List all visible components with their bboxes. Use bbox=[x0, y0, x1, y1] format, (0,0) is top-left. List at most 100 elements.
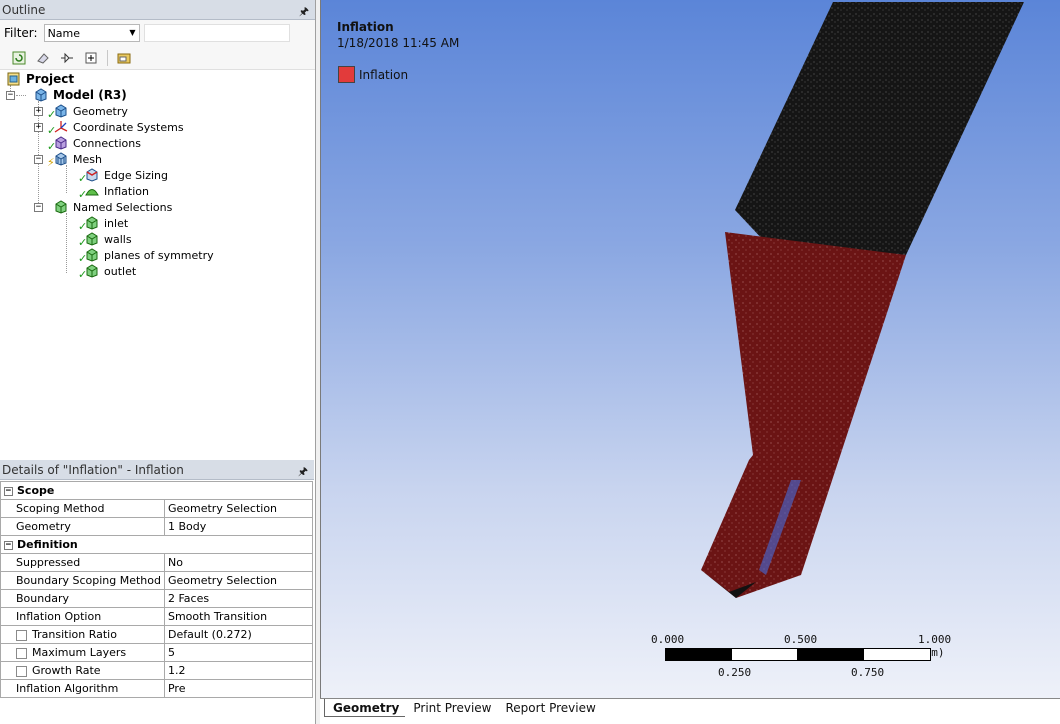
scale-label: 0.250 bbox=[718, 666, 752, 679]
collapse-icon[interactable]: − bbox=[6, 90, 15, 100]
edge-sizing-icon: ✓ bbox=[78, 168, 100, 185]
property-name: Inflation Option bbox=[0, 607, 165, 626]
details-row[interactable]: Scoping Method Geometry Selection bbox=[0, 499, 314, 518]
filter-select[interactable]: Name ▼ bbox=[43, 24, 140, 42]
tree-node-edge-sizing[interactable]: ✓ Edge Sizing bbox=[78, 167, 168, 185]
property-name: Maximum Layers bbox=[32, 646, 127, 659]
scale-label: 0.750 bbox=[851, 666, 885, 679]
check-icon: ✓ bbox=[78, 268, 88, 281]
inflation-icon: ✓ bbox=[78, 184, 100, 201]
property-value[interactable]: Smooth Transition bbox=[163, 607, 314, 626]
open-folder-icon[interactable] bbox=[115, 49, 133, 67]
graphics-viewport[interactable]: Inflation 1/18/2018 11:45 AM Inflation 0… bbox=[320, 0, 1060, 698]
tab-report-preview[interactable]: Report Preview bbox=[498, 699, 602, 717]
tree-node-outlet[interactable]: ✓ outlet bbox=[78, 263, 137, 281]
toolbar-separator bbox=[107, 49, 108, 66]
mesh-model[interactable] bbox=[321, 0, 1060, 698]
selection-icon: ✓ bbox=[78, 264, 100, 281]
filter-row: Filter: Name ▼ bbox=[0, 20, 315, 46]
filter-input[interactable] bbox=[143, 24, 290, 42]
outline-tree: Project − Model (R3) + ✓ Geometry + ✓ Co… bbox=[0, 71, 314, 456]
parameter-checkbox[interactable] bbox=[16, 665, 27, 677]
outline-title: Outline bbox=[2, 3, 46, 17]
eraser-icon[interactable] bbox=[34, 49, 52, 67]
details-row[interactable]: Suppressed No bbox=[0, 553, 314, 572]
property-name: Growth Rate bbox=[32, 664, 101, 677]
tree-label-coordinate-systems: Coordinate Systems bbox=[73, 120, 184, 134]
property-value[interactable]: No bbox=[163, 553, 314, 572]
tree-label-inlet: inlet bbox=[104, 216, 129, 230]
expand-icon[interactable]: + bbox=[34, 106, 43, 116]
expand-all-icon[interactable] bbox=[82, 49, 100, 67]
details-row[interactable]: Geometry 1 Body bbox=[0, 517, 314, 536]
section-row-scope[interactable]: − Scope bbox=[0, 481, 313, 500]
inflation-mesh[interactable] bbox=[701, 232, 906, 598]
tab-geometry[interactable]: Geometry bbox=[324, 699, 406, 717]
property-value[interactable]: Geometry Selection bbox=[163, 571, 314, 590]
parameter-checkbox[interactable] bbox=[16, 647, 27, 659]
pin-icon[interactable]: 🖈 bbox=[298, 463, 308, 482]
connections-icon: ✓ bbox=[47, 136, 69, 153]
tree-node-mesh[interactable]: − ⚡ Mesh bbox=[34, 151, 102, 169]
geometry-icon: ✓ bbox=[47, 104, 69, 121]
details-title-bar: Details of "Inflation" - Inflation 🖈 bbox=[0, 460, 314, 480]
details-row[interactable]: Boundary 2 Faces bbox=[0, 589, 314, 608]
section-row-definition[interactable]: − Definition bbox=[0, 535, 313, 554]
collapse-icon[interactable]: − bbox=[34, 202, 43, 212]
details-row[interactable]: Growth Rate 1.2 bbox=[0, 661, 314, 680]
collapse-icon[interactable]: − bbox=[34, 154, 43, 164]
details-row[interactable]: Boundary Scoping Method Geometry Selecti… bbox=[0, 571, 314, 590]
property-value[interactable]: Geometry Selection bbox=[163, 499, 314, 518]
details-row[interactable]: Maximum Layers 5 bbox=[0, 643, 314, 662]
tree-node-inflation[interactable]: ✓ Inflation bbox=[78, 183, 149, 202]
viewport-date: 1/18/2018 11:45 AM bbox=[337, 36, 460, 50]
tree-label-mesh: Mesh bbox=[73, 152, 102, 166]
property-value[interactable]: Pre bbox=[163, 679, 314, 698]
body-mesh-upper[interactable] bbox=[735, 2, 1024, 255]
details-row[interactable]: Inflation Algorithm Pre bbox=[0, 679, 314, 698]
property-name: Inflation Algorithm bbox=[0, 679, 165, 698]
refresh-icon[interactable] bbox=[10, 49, 28, 67]
tree-node-connections[interactable]: ✓ Connections bbox=[34, 135, 141, 153]
chevron-down-icon: ▼ bbox=[129, 28, 136, 37]
scale-bar: 0.000 0.500 1.000 (mm) 0.250 0.750 bbox=[651, 632, 971, 682]
tree-node-walls[interactable]: ✓ walls bbox=[78, 231, 132, 249]
details-row[interactable]: Transition Ratio Default (0.272) bbox=[0, 625, 314, 644]
scale-label: 0.500 bbox=[784, 633, 818, 646]
property-value[interactable]: Default (0.272) bbox=[163, 625, 314, 644]
pin-icon[interactable]: 🖈 bbox=[299, 3, 309, 22]
lightning-icon: ⚡ bbox=[47, 156, 55, 169]
details-table: − Scope Scoping Method Geometry Selection… bbox=[0, 481, 314, 698]
property-value[interactable]: 2 Faces bbox=[163, 589, 314, 608]
named-selections-icon bbox=[53, 200, 69, 214]
outline-title-bar: Outline 🖈 bbox=[0, 0, 315, 20]
tree-node-project[interactable]: Project bbox=[6, 71, 74, 87]
details-row[interactable]: Inflation Option Smooth Transition bbox=[0, 607, 314, 626]
details-panel: − Scope Scoping Method Geometry Selection… bbox=[0, 481, 314, 698]
tree-node-inlet[interactable]: ✓ inlet bbox=[78, 215, 129, 233]
legend-swatch bbox=[338, 66, 355, 83]
tree-node-geometry[interactable]: + ✓ Geometry bbox=[34, 103, 128, 121]
tree-node-planes-of-symmetry[interactable]: ✓ planes of symmetry bbox=[78, 247, 214, 265]
collapse-icon[interactable]: − bbox=[4, 486, 13, 496]
property-value[interactable]: 1.2 bbox=[163, 661, 314, 680]
selection-icon: ✓ bbox=[78, 248, 100, 265]
collapse-icon[interactable]: − bbox=[4, 540, 13, 550]
mesh-icon: ⚡ bbox=[47, 152, 69, 169]
left-pane: Outline 🖈 Filter: Name ▼ Project − Model… bbox=[0, 0, 316, 724]
tree-node-model[interactable]: − Model (R3) bbox=[6, 87, 127, 103]
tree-node-named-selections[interactable]: − Named Selections bbox=[34, 199, 172, 215]
expand-icon[interactable]: + bbox=[34, 122, 43, 132]
tree-label-outlet: outlet bbox=[104, 264, 137, 278]
property-value[interactable]: 1 Body bbox=[163, 517, 314, 536]
property-name: Boundary Scoping Method bbox=[0, 571, 165, 590]
tree-label-inflation: Inflation bbox=[104, 184, 149, 198]
parameter-checkbox[interactable] bbox=[16, 629, 27, 641]
filter-select-value: Name bbox=[47, 27, 81, 40]
tree-label-connections: Connections bbox=[73, 136, 141, 150]
tab-print-preview[interactable]: Print Preview bbox=[405, 699, 497, 717]
legend-label: Inflation bbox=[359, 68, 409, 82]
tree-node-coordinate-systems[interactable]: + ✓ Coordinate Systems bbox=[34, 119, 184, 137]
filter-tree-icon[interactable] bbox=[58, 49, 76, 67]
property-value[interactable]: 5 bbox=[163, 643, 314, 662]
